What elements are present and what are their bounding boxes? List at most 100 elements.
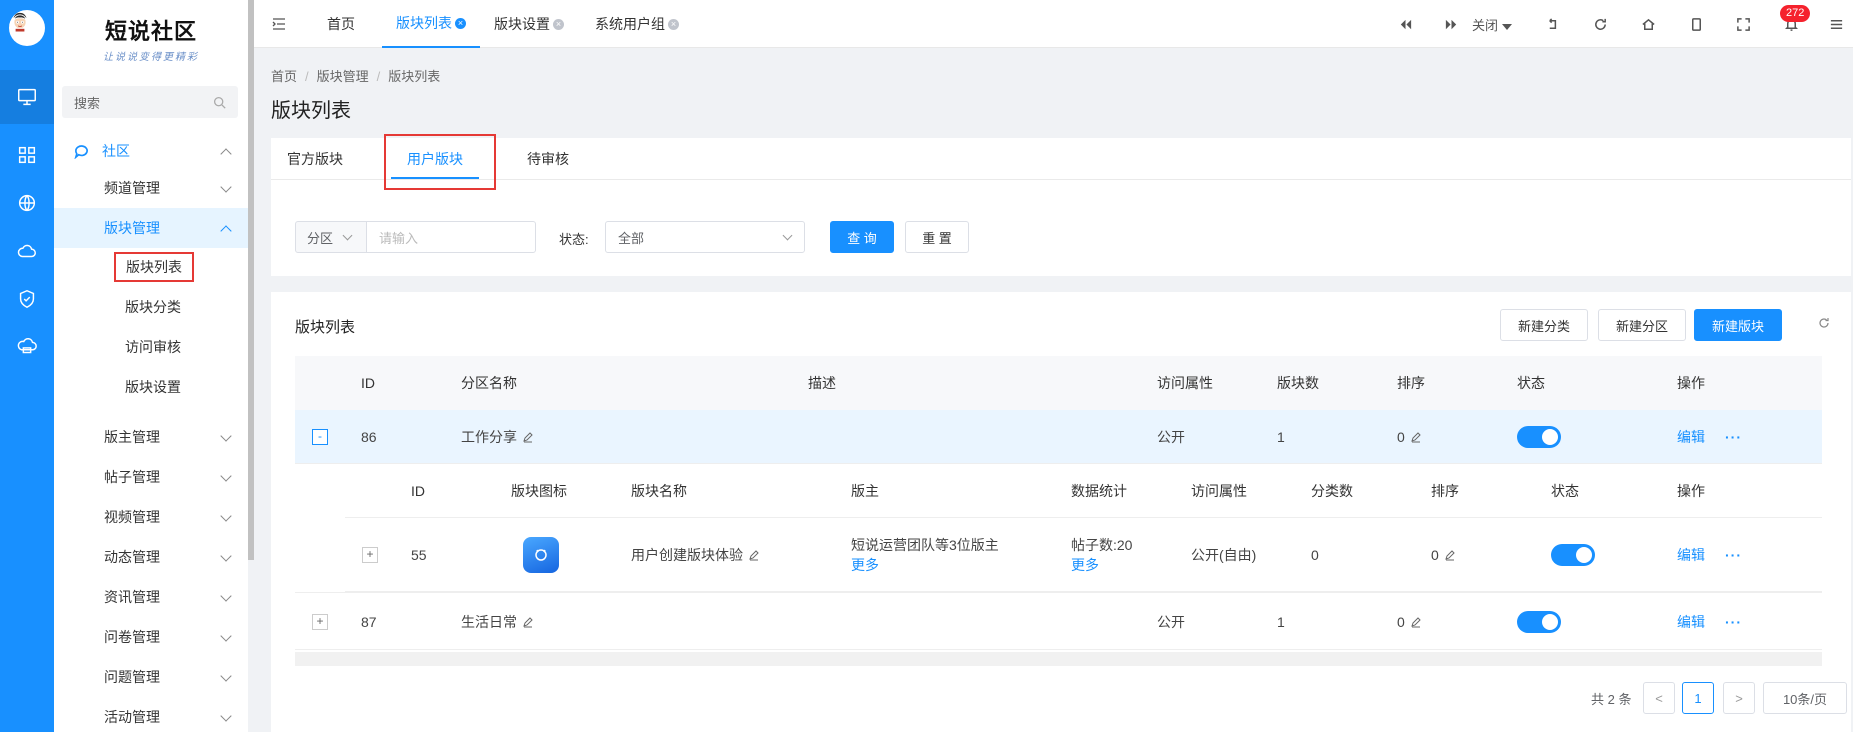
sidebar: 短说社区 让说说变得更精彩 搜索 社区 频道管理 版块管理 版块列表 版块分类 …: [54, 0, 248, 732]
edit-pencil-icon[interactable]: [748, 549, 760, 561]
tab-label: 版块设置: [494, 16, 550, 32]
prev-page-button[interactable]: <: [1643, 682, 1675, 714]
scroll-left-icon[interactable]: [1395, 14, 1415, 34]
edit-pencil-icon[interactable]: [1444, 549, 1456, 561]
mobile-icon[interactable]: [1686, 14, 1706, 34]
column-header: 数据统计: [1071, 483, 1127, 499]
collapse-menu-icon[interactable]: [272, 17, 286, 31]
next-page-button[interactable]: >: [1723, 682, 1755, 714]
close-icon[interactable]: ×: [553, 18, 564, 30]
reset-button[interactable]: 重 置: [905, 221, 969, 253]
status-toggle[interactable]: [1517, 426, 1561, 448]
shield-check-icon[interactable]: [0, 272, 54, 326]
edit-link[interactable]: 编辑: [1677, 427, 1705, 447]
grid-icon[interactable]: [0, 128, 54, 182]
tab-user-groups[interactable]: 系统用户组 ×: [595, 0, 679, 48]
fullscreen-icon[interactable]: [1733, 14, 1753, 34]
zone-id: 87: [361, 614, 377, 630]
chevron-down-icon: [220, 550, 232, 562]
cloud-server-icon[interactable]: [0, 320, 54, 374]
column-header: 操作: [1677, 483, 1705, 499]
menu-item-posts[interactable]: 帖子管理: [54, 457, 248, 497]
desktop-icon[interactable]: [0, 70, 54, 124]
tab-board-list[interactable]: 版块列表 ×: [382, 0, 480, 48]
home-lock-icon[interactable]: [1638, 14, 1658, 34]
close-icon[interactable]: ×: [455, 17, 466, 29]
menu-icon[interactable]: [1826, 14, 1846, 34]
status-toggle[interactable]: [1517, 611, 1561, 633]
menu-item-news[interactable]: 资讯管理: [54, 577, 248, 617]
new-zone-button[interactable]: 新建分区: [1598, 309, 1686, 341]
column-header: 状态: [1551, 483, 1579, 499]
more-icon[interactable]: ···: [1725, 547, 1742, 563]
refresh-icon[interactable]: [1817, 316, 1831, 330]
sidebar-search[interactable]: 搜索: [62, 86, 238, 118]
tab-official-boards[interactable]: 官方版块: [287, 138, 343, 180]
menu-item-videos[interactable]: 视频管理: [54, 497, 248, 537]
stats-more-link[interactable]: 更多: [1071, 555, 1099, 575]
breadcrumb-item[interactable]: 版块管理: [317, 69, 369, 84]
chevron-down-icon: [342, 230, 353, 241]
page-size-select[interactable]: 10条/页: [1763, 682, 1847, 714]
region-select[interactable]: 分区: [295, 221, 367, 253]
close-dropdown[interactable]: 关闭: [1472, 15, 1512, 34]
menu-item-events[interactable]: 活动管理: [54, 697, 248, 732]
query-button[interactable]: 查 询: [830, 221, 894, 253]
menu-item-questions[interactable]: 问题管理: [54, 657, 248, 697]
avatar[interactable]: [9, 10, 45, 46]
table-horizontal-scrollbar[interactable]: [295, 652, 1822, 666]
collapse-row-button[interactable]: -: [312, 429, 328, 445]
submenu-board-category[interactable]: 版块分类: [54, 287, 248, 327]
more-icon[interactable]: ···: [1725, 429, 1742, 445]
expand-row-button[interactable]: +: [312, 614, 328, 630]
menu-item-survey[interactable]: 问卷管理: [54, 617, 248, 657]
edit-pencil-icon[interactable]: [522, 431, 534, 443]
cloud-icon[interactable]: [0, 224, 54, 278]
close-icon[interactable]: ×: [668, 18, 679, 30]
breadcrumb-item[interactable]: 首页: [271, 69, 297, 84]
zone-id: 86: [361, 429, 377, 445]
column-header: 版块名称: [631, 483, 687, 499]
chevron-down-icon: [220, 181, 232, 193]
table-row[interactable]: - 86 工作分享 公开 1 0 编辑 ···: [295, 410, 1822, 464]
tab-pending-review[interactable]: 待审核: [527, 138, 569, 180]
sidebar-scrollbar[interactable]: [248, 0, 254, 560]
submenu-board-settings[interactable]: 版块设置: [54, 367, 248, 407]
more-icon[interactable]: ···: [1725, 614, 1742, 630]
page-button[interactable]: 1: [1682, 682, 1714, 714]
expand-row-button[interactable]: +: [362, 547, 378, 563]
menu-item-moderator[interactable]: 版主管理: [54, 417, 248, 457]
refresh-icon[interactable]: [1590, 14, 1610, 34]
chevron-up-icon: [220, 148, 232, 160]
edit-pencil-icon[interactable]: [1410, 431, 1422, 443]
scroll-right-icon[interactable]: [1441, 14, 1461, 34]
menu-item-channel[interactable]: 频道管理: [54, 168, 248, 208]
globe-icon[interactable]: [0, 176, 54, 230]
edit-link[interactable]: 编辑: [1677, 545, 1705, 565]
submenu-access-review[interactable]: 访问审核: [54, 327, 248, 367]
moderators-more-link[interactable]: 更多: [851, 555, 879, 575]
edit-pencil-icon[interactable]: [1410, 616, 1422, 628]
zone-order: 0: [1397, 614, 1405, 630]
undo-icon[interactable]: [1543, 14, 1563, 34]
edit-link[interactable]: 编辑: [1677, 612, 1705, 632]
table-row[interactable]: + 55 用户创建版块体验 短说运营团队等3位版主 更多 帖子数:20 更多 公…: [345, 518, 1822, 592]
menu-section-community[interactable]: 社区: [54, 131, 248, 171]
status-toggle[interactable]: [1551, 544, 1595, 566]
menu-item-label: 问卷管理: [104, 629, 160, 645]
chevron-down-icon: [220, 470, 232, 482]
new-category-button[interactable]: 新建分类: [1500, 309, 1588, 341]
column-header: ID: [411, 483, 425, 499]
status-select[interactable]: 全部: [605, 221, 805, 253]
menu-item-board[interactable]: 版块管理: [54, 208, 248, 248]
menu-item-label: 版主管理: [104, 429, 160, 445]
menu-item-feeds[interactable]: 动态管理: [54, 537, 248, 577]
table-row[interactable]: + 87 生活日常 公开 1 0 编辑 ···: [295, 592, 1822, 650]
new-board-button[interactable]: 新建版块: [1694, 309, 1782, 341]
submenu-label: 版块设置: [125, 379, 181, 395]
edit-pencil-icon[interactable]: [522, 616, 534, 628]
region-input[interactable]: 请输入: [366, 221, 536, 253]
tab-board-settings[interactable]: 版块设置 ×: [494, 0, 564, 48]
submenu-board-list[interactable]: 版块列表: [54, 247, 248, 287]
tab-home[interactable]: 首页: [327, 0, 355, 48]
